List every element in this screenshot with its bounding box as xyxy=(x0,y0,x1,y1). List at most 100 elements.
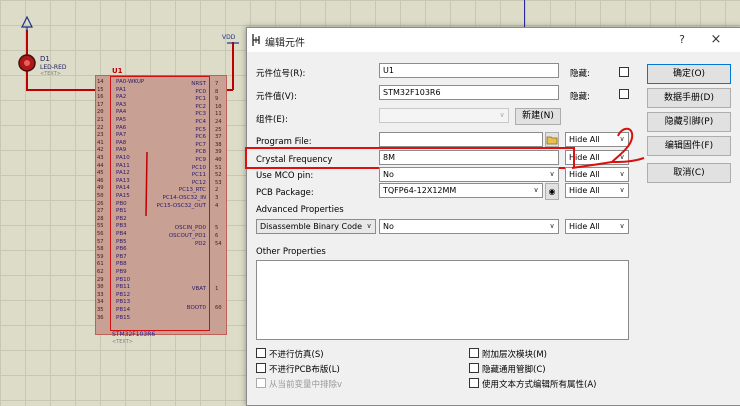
advanced-property-value: Disassemble Binary Code xyxy=(260,222,362,231)
pin-name: PB14 xyxy=(116,307,131,313)
value-input[interactable]: STM32F103R6 xyxy=(379,85,559,100)
advanced-value-select[interactable]: No ∨ xyxy=(379,219,559,234)
hidden-ref-checkbox[interactable] xyxy=(619,67,629,77)
attach-hierarchy-label: 附加层次模块(M) xyxy=(482,350,547,360)
pin-name: BOOT0 xyxy=(186,305,206,312)
led-type: LED-RED xyxy=(40,64,67,71)
chip-ref: U1 xyxy=(112,67,123,75)
dialog-title: 编辑元件 xyxy=(265,38,305,49)
ref-label: 元件位号(R): xyxy=(256,69,306,79)
browse-folder-button[interactable] xyxy=(545,132,559,147)
pin-name: PB7 xyxy=(116,253,127,260)
pin-number: 9 xyxy=(215,96,219,103)
pin-name: PB1 xyxy=(116,208,127,215)
led-component[interactable] xyxy=(17,53,37,73)
pin-name: PB5 xyxy=(116,238,127,245)
pin-name: PC2 xyxy=(195,103,206,110)
pin-name: PA12 xyxy=(116,170,130,177)
hidden-value-checkbox[interactable] xyxy=(619,89,629,99)
pin-number: 14 xyxy=(97,79,104,85)
exclude-pcb-label: 不进行PCB布版(L) xyxy=(269,365,340,375)
program-file-input[interactable] xyxy=(379,132,543,147)
pin-name: PB2 xyxy=(116,215,127,222)
component-icon xyxy=(252,34,260,46)
mco-pin-select[interactable]: No ∨ xyxy=(379,167,559,182)
exclude-sim-checkbox[interactable] xyxy=(256,348,266,358)
help-button[interactable]: ? xyxy=(671,31,693,49)
package-browser-button[interactable]: ◉ xyxy=(545,183,559,200)
edit-component-dialog: 编辑元件 ? × 确定(O) 数据手册(D) 隐藏引脚(P) 编辑固件(F) 取… xyxy=(245,27,740,406)
pin-name: PA7 xyxy=(116,132,127,139)
pin-number: 53 xyxy=(215,179,222,186)
pin-number: 49 xyxy=(97,185,104,192)
pin-number: 5 xyxy=(215,225,219,232)
hide-common-pins-checkbox[interactable] xyxy=(469,363,479,373)
annotation-stroke xyxy=(145,151,148,217)
pin-name: PD2 xyxy=(194,240,206,247)
pin-number: 39 xyxy=(215,149,222,156)
edit-firmware-button[interactable]: 编辑固件(F) xyxy=(647,136,731,156)
new-button[interactable]: 新建(N) xyxy=(515,108,561,125)
advanced-visibility[interactable]: Hide All ∨ xyxy=(565,219,629,234)
pin-name: PB12 xyxy=(116,291,131,298)
hidden-pins-button[interactable]: 隐藏引脚(P) xyxy=(647,112,731,132)
pin-number: 34 xyxy=(97,299,104,306)
vdd-label: VDD xyxy=(222,34,236,41)
wire-vdd-vertical xyxy=(232,42,234,90)
pin-number: 37 xyxy=(215,134,222,141)
visibility-value: Hide All xyxy=(569,222,600,231)
pin-number: 17 xyxy=(97,101,104,108)
pin-name: PC7 xyxy=(195,141,206,148)
pin-name: PA14 xyxy=(116,185,130,192)
wire-led-horizontal xyxy=(26,89,96,91)
pin-name: PB9 xyxy=(116,269,127,275)
pin-number: 52 xyxy=(215,172,222,179)
exclude-bom-checkbox[interactable] xyxy=(256,378,266,388)
advanced-property-select[interactable]: Disassemble Binary Code ∨ xyxy=(256,219,376,234)
pcb-package-visibility[interactable]: Hide All ∨ xyxy=(565,183,629,198)
other-properties-textarea[interactable] xyxy=(256,260,629,340)
ref-input[interactable]: U1 xyxy=(379,63,559,78)
hidden-ref-label: 隐藏: xyxy=(570,69,590,79)
pin-name: PB15 xyxy=(116,314,131,321)
pin-number: 51 xyxy=(215,164,222,171)
edit-all-props-checkbox[interactable] xyxy=(469,378,479,388)
pin-number: 11 xyxy=(215,111,222,118)
cancel-button[interactable]: 取消(C) xyxy=(647,163,731,183)
pin-name: PC1 xyxy=(195,96,206,103)
pcb-package-label: PCB Package: xyxy=(256,188,314,198)
datasheet-button[interactable]: 数据手册(D) xyxy=(647,88,731,108)
pin-number: 58 xyxy=(97,246,104,253)
program-file-label: Program File: xyxy=(256,137,312,147)
exclude-sim-label: 不进行仿真(S) xyxy=(269,350,324,360)
pin-name: PB13 xyxy=(116,299,131,306)
exclude-pcb-checkbox[interactable] xyxy=(256,363,266,373)
pin-name: PC12 xyxy=(191,179,206,186)
pin-number: 62 xyxy=(97,269,104,275)
pin-name: PA6 xyxy=(116,124,127,131)
pin-number: 21 xyxy=(97,117,104,123)
pin-number: 15 xyxy=(97,86,104,93)
pin-number: 27 xyxy=(97,208,104,215)
attach-hierarchy-checkbox[interactable] xyxy=(469,348,479,358)
pin-number: 50 xyxy=(97,193,104,199)
pin-number: 36 xyxy=(97,314,104,321)
chip-part: STM32F103R6 xyxy=(112,331,156,338)
dialog-titlebar[interactable]: 编辑元件 ? × xyxy=(247,28,740,52)
pin-number: 28 xyxy=(97,215,104,222)
power-terminal-icon xyxy=(21,16,33,32)
pin-number: 25 xyxy=(215,126,222,133)
group-select[interactable]: ∨ xyxy=(379,108,509,123)
pin-name: NRST xyxy=(191,81,206,87)
pin-name: PC10 xyxy=(191,164,206,171)
pin-name: VBAT xyxy=(191,286,206,293)
pin-name: PC6 xyxy=(195,134,206,141)
led-ref: D1 xyxy=(40,55,50,63)
handwritten-annotation xyxy=(571,127,645,169)
ok-button[interactable]: 确定(O) xyxy=(647,64,731,84)
pcb-package-select[interactable]: TQFP64-12X12MM ∨ xyxy=(379,183,543,198)
pin-number: 33 xyxy=(97,291,104,298)
close-button[interactable]: × xyxy=(705,31,727,49)
pin-name: PB8 xyxy=(116,261,127,268)
pin-name: PC4 xyxy=(195,119,206,125)
